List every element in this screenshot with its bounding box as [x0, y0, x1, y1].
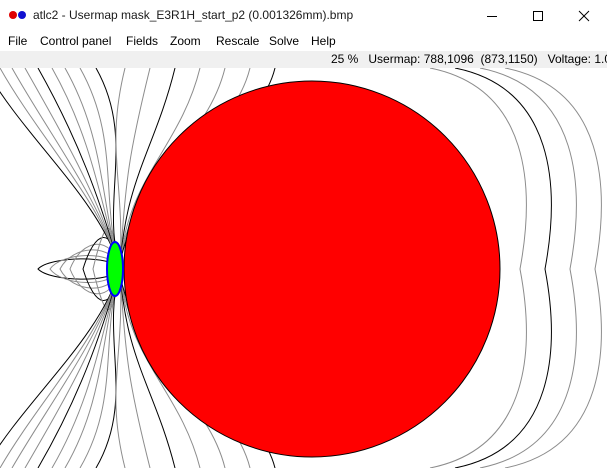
maximize-icon: [533, 10, 543, 21]
zoom-level: 25 %: [331, 52, 359, 66]
minimize-button[interactable]: [469, 0, 515, 31]
menu-control-panel[interactable]: Control panel: [40, 34, 111, 48]
title-bar: atlc2 - Usermap mask_E3R1H_start_p2 (0.0…: [0, 0, 607, 31]
menu-bar: File Control panel Fields Zoom Rescale S…: [0, 31, 607, 51]
menu-help[interactable]: Help: [311, 34, 336, 48]
app-icon: [9, 11, 26, 19]
close-button[interactable]: [561, 0, 607, 31]
usermap-label: Usermap:: [368, 52, 421, 66]
close-icon: [578, 10, 590, 21]
status-readout: 25 % Usermap: 788,1096 (873,1150) Voltag…: [331, 52, 607, 66]
window-title: atlc2 - Usermap mask_E3R1H_start_p2 (0.0…: [33, 8, 354, 22]
menu-rescale[interactable]: Rescale: [216, 34, 259, 48]
menu-fields[interactable]: Fields: [126, 34, 158, 48]
menu-zoom[interactable]: Zoom: [170, 34, 201, 48]
maximize-button[interactable]: [515, 0, 561, 31]
usermap-coords: 788,1096: [423, 52, 474, 66]
voltage-label: Voltage:: [547, 52, 592, 66]
voltage-value: 1.0000: [594, 52, 607, 66]
usermap-coords-secondary: (873,1150): [480, 52, 538, 66]
field-plot-view[interactable]: [0, 68, 607, 468]
status-bar: 25 % Usermap: 788,1096 (873,1150) Voltag…: [0, 51, 607, 68]
menu-file[interactable]: File: [8, 34, 27, 48]
inner-conductor: [106, 241, 124, 297]
minimize-icon: [487, 15, 497, 17]
outer-conductor-circle: [123, 80, 501, 458]
menu-solve[interactable]: Solve: [269, 34, 299, 48]
